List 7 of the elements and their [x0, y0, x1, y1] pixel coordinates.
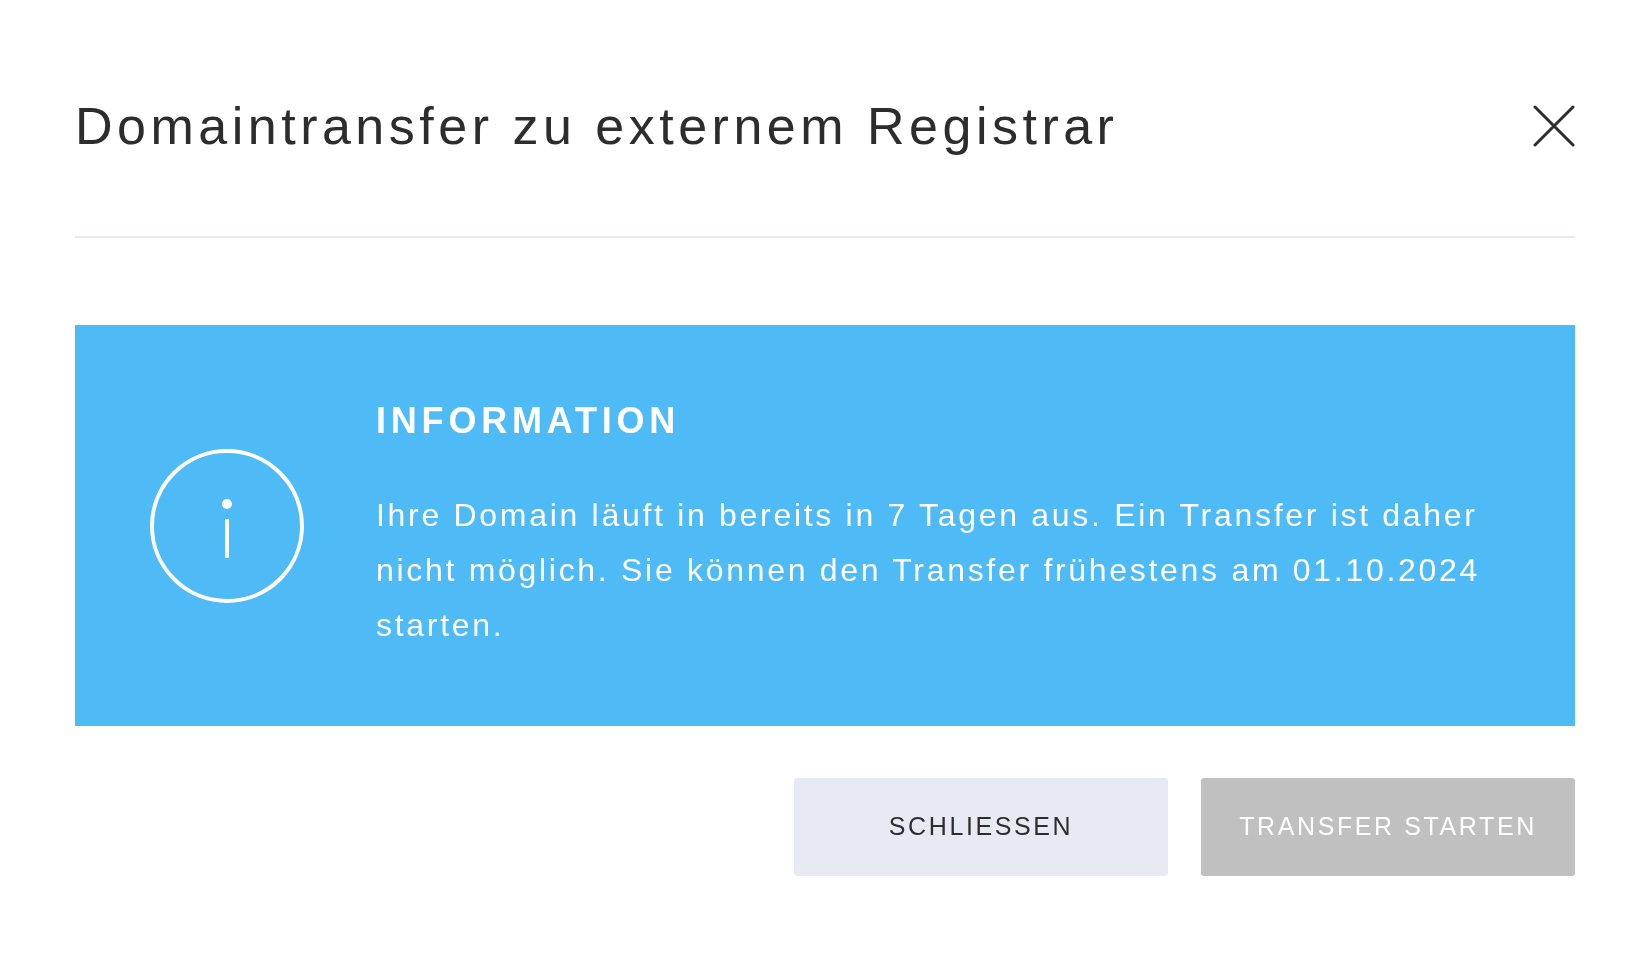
info-heading: INFORMATION [376, 398, 682, 442]
close-icon [1533, 105, 1575, 147]
dialog-title: Domaintransfer zu externem Registrar [75, 96, 1119, 157]
info-icon [150, 448, 304, 603]
close-dialog-button[interactable]: SCHLIESSEN [794, 778, 1168, 876]
info-message: Ihre Domain läuft in bereits in 7 Tagen aus. Ein Transfer ist daher nicht möglich. Sie können den Transfer frühestens am 01.10.2024 starten. [376, 495, 1481, 645]
close-button[interactable] [1533, 105, 1575, 147]
